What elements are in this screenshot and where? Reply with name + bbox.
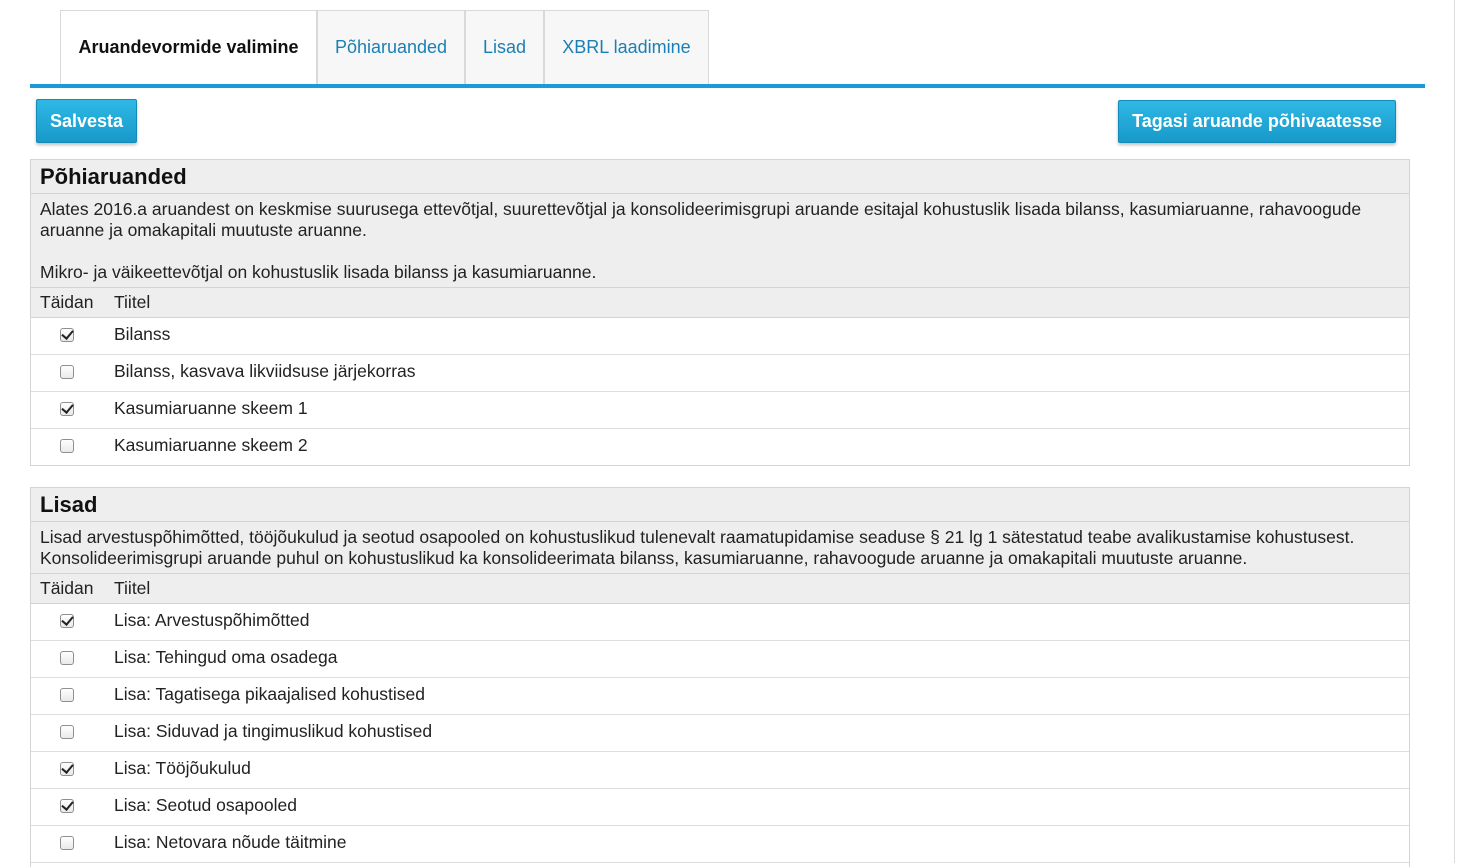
row-checkbox[interactable]	[60, 402, 74, 416]
section-pohiaruanded: Põhiaruanded Alates 2016.a aruandest on …	[30, 159, 1410, 466]
column-header-title: Tiitel	[114, 578, 151, 598]
table-row: Lisa: Seotud osapooled	[31, 789, 1409, 826]
row-checkbox[interactable]	[60, 651, 74, 665]
tab-pohiaruanded[interactable]: Põhiaruanded	[317, 10, 465, 84]
row-label: Lisa: Tööjõukulud	[114, 758, 251, 778]
table-row: Lisa: Tehingud oma osadega	[31, 641, 1409, 678]
section-description: Alates 2016.a aruandest on keskmise suur…	[31, 194, 1409, 288]
section-lisad: Lisad Lisad arvestuspõhimõtted, tööjõuku…	[30, 487, 1410, 867]
section-title: Põhiaruanded	[31, 160, 1409, 194]
column-header-fill: Täidan	[40, 578, 94, 598]
table-row: Kasumiaruanne skeem 2	[31, 429, 1409, 466]
tab-bar-underline	[30, 84, 1425, 88]
tab-bar: Aruandevormide valimine Põhiaruanded Lis…	[30, 10, 1425, 88]
save-button[interactable]: Salvesta	[36, 99, 137, 143]
table-row: Kasumiaruanne skeem 1	[31, 392, 1409, 429]
row-label: Kasumiaruanne skeem 1	[114, 398, 308, 418]
row-label: Lisa: Arvestuspõhimõtted	[114, 610, 310, 630]
section-title: Lisad	[31, 488, 1409, 522]
column-header: Täidan Tiitel	[31, 288, 1409, 318]
row-checkbox[interactable]	[60, 365, 74, 379]
column-header: Täidan Tiitel	[31, 574, 1409, 604]
table-row: Lisa: Tööjõukulud	[31, 752, 1409, 789]
description-paragraph: Mikro- ja väikeettevõtjal on kohustuslik…	[40, 262, 597, 282]
table-row: Lisa: Siduvad ja tingimuslikud kohustise…	[31, 715, 1409, 752]
row-label: Kasumiaruanne skeem 2	[114, 435, 308, 455]
row-label: Bilanss, kasvava likviidsuse järjekorras	[114, 361, 416, 381]
row-label: Bilanss	[114, 324, 171, 344]
row-label: Lisa: Netovara nõude täitmine	[114, 832, 347, 852]
table-row: Lisa: Tagatisega pikaajalised kohustised	[31, 678, 1409, 715]
row-checkbox[interactable]	[60, 836, 74, 850]
description-paragraph: Lisad arvestuspõhimõtted, tööjõukulud ja…	[40, 527, 1355, 568]
back-to-report-button[interactable]: Tagasi aruande põhivaatesse	[1118, 100, 1396, 143]
row-checkbox[interactable]	[60, 762, 74, 776]
row-label: Lisa: Seotud osapooled	[114, 795, 297, 815]
row-label: Lisa: Tagatisega pikaajalised kohustised	[114, 684, 425, 704]
tab-xbrl-laadimine[interactable]: XBRL laadimine	[544, 10, 709, 84]
row-checkbox[interactable]	[60, 614, 74, 628]
row-checkbox[interactable]	[60, 439, 74, 453]
column-header-title: Tiitel	[114, 292, 151, 312]
section-description: Lisad arvestuspõhimõtted, tööjõukulud ja…	[31, 522, 1409, 574]
description-paragraph: Alates 2016.a aruandest on keskmise suur…	[40, 199, 1362, 240]
page-right-border	[1454, 0, 1455, 863]
row-label: Lisa: Siduvad ja tingimuslikud kohustise…	[114, 721, 433, 741]
row-checkbox[interactable]	[60, 725, 74, 739]
row-checkbox[interactable]	[60, 799, 74, 813]
row-checkbox[interactable]	[60, 328, 74, 342]
row-checkbox[interactable]	[60, 688, 74, 702]
row-label: Lisa: Tehingud oma osadega	[114, 647, 338, 667]
tab-lisad[interactable]: Lisad	[465, 10, 544, 84]
column-header-fill: Täidan	[40, 292, 94, 312]
table-row: Lisa: Arvestuspõhimõtted	[31, 604, 1409, 641]
table-row: Lisa: Netovara nõude täitmine	[31, 826, 1409, 863]
tab-aruandevormide-valimine[interactable]: Aruandevormide valimine	[60, 10, 317, 84]
table-row: Bilanss	[31, 318, 1409, 355]
table-row: Bilanss, kasvava likviidsuse järjekorras	[31, 355, 1409, 392]
